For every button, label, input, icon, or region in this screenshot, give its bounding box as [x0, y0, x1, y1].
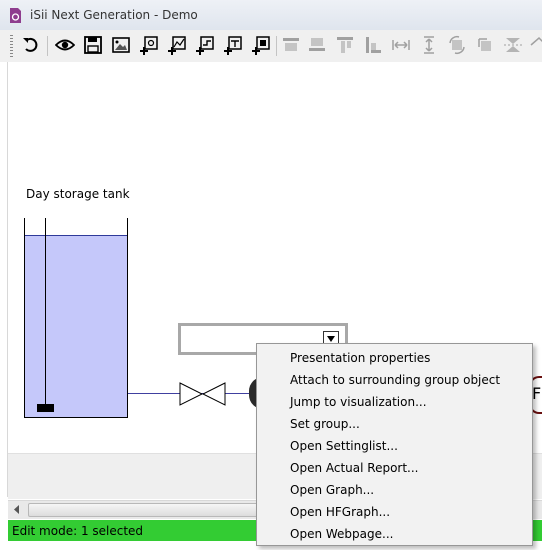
tank-probe-sensor	[37, 404, 54, 412]
menu-item-attach-to-group[interactable]: Attach to surrounding group object	[290, 369, 500, 391]
chevron-down-icon	[327, 336, 335, 342]
align-left-icon	[337, 37, 353, 53]
menu-item-presentation-properties[interactable]: Presentation properties	[290, 347, 430, 369]
add-group-button[interactable]	[137, 33, 161, 57]
rotate-button[interactable]	[527, 33, 542, 57]
add-text-button[interactable]	[221, 33, 245, 57]
distribute-vertical-icon	[424, 36, 434, 54]
flip-icon	[504, 38, 522, 52]
save-icon	[84, 36, 102, 54]
scroll-left-arrow-icon[interactable]	[8, 501, 26, 518]
add-frame-button[interactable]	[249, 33, 273, 57]
flow-object-label: F	[532, 384, 542, 403]
undo-button[interactable]	[19, 33, 43, 57]
send-backward-button[interactable]	[473, 33, 497, 57]
flip-button[interactable]	[501, 33, 525, 57]
add-frame-icon	[252, 36, 270, 55]
menu-item-open-webpage[interactable]: Open Webpage...	[290, 523, 393, 545]
save-button[interactable]	[81, 33, 105, 57]
align-bottom-icon	[309, 38, 325, 51]
tank-level-probe	[45, 218, 46, 406]
undo-icon	[23, 37, 38, 52]
tank-label: Day storage tank	[26, 187, 130, 201]
toolbar-separator	[276, 36, 277, 56]
valve-icon[interactable]	[179, 382, 227, 406]
bring-forward-icon	[449, 35, 465, 55]
distribute-horizontal-icon	[392, 40, 410, 50]
menu-item-jump-to-visualization[interactable]: Jump to visualization...	[290, 391, 427, 413]
align-right-icon	[366, 37, 381, 53]
tank-level-fill	[25, 234, 127, 417]
align-left-button[interactable]	[333, 33, 357, 57]
toolbar-separator	[47, 36, 48, 56]
align-top-button[interactable]	[279, 33, 303, 57]
distribute-vertical-button[interactable]	[417, 33, 441, 57]
rotate-icon	[530, 36, 542, 46]
add-graph-button[interactable]	[165, 33, 189, 57]
window-title: iSii Next Generation - Demo	[30, 8, 198, 22]
storage-tank[interactable]	[24, 218, 128, 418]
add-chart-button[interactable]	[193, 33, 217, 57]
menu-item-open-settinglist[interactable]: Open Settinglist...	[290, 435, 398, 457]
align-top-icon	[283, 38, 299, 51]
align-bottom-button[interactable]	[305, 33, 329, 57]
send-backward-icon	[478, 38, 491, 51]
context-menu: Presentation properties Attach to surrou…	[256, 343, 533, 546]
toolbar	[0, 30, 542, 63]
scrollbar-thumb[interactable]	[28, 503, 270, 517]
menu-item-set-group[interactable]: Set group...	[290, 413, 360, 435]
insert-image-button[interactable]	[109, 33, 133, 57]
bring-forward-button[interactable]	[445, 33, 469, 57]
add-group-icon	[140, 36, 158, 55]
image-icon	[112, 37, 130, 53]
status-text: Edit mode: 1 selected	[12, 524, 144, 538]
add-chart-icon	[196, 36, 214, 55]
menu-item-open-actual-report[interactable]: Open Actual Report...	[290, 457, 419, 479]
menu-item-open-graph[interactable]: Open Graph...	[290, 479, 374, 501]
add-text-icon	[224, 36, 242, 55]
menu-item-open-hfgraph[interactable]: Open HFGraph...	[290, 501, 390, 523]
preview-button[interactable]	[53, 33, 77, 57]
app-icon	[10, 8, 21, 23]
toolbar-grip[interactable]	[10, 35, 13, 57]
canvas-left-border	[7, 62, 8, 497]
align-right-button[interactable]	[361, 33, 385, 57]
eye-icon	[55, 39, 75, 51]
title-bar: iSii Next Generation - Demo	[0, 0, 542, 31]
add-graph-icon	[168, 36, 186, 55]
distribute-horizontal-button[interactable]	[389, 33, 413, 57]
